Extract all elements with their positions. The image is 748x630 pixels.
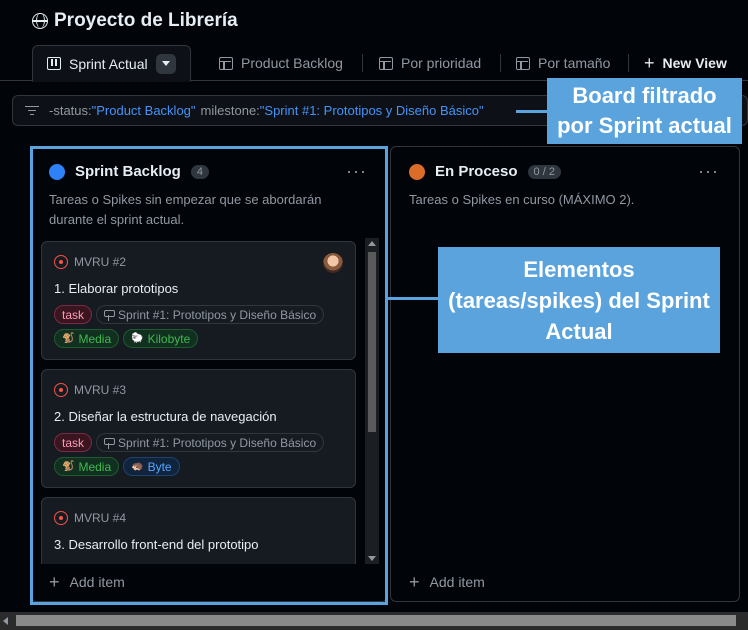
tab-divider xyxy=(362,54,363,72)
tab-por-prioridad[interactable]: Por prioridad xyxy=(379,45,481,81)
chevron-down-icon xyxy=(161,61,170,66)
tab-divider xyxy=(500,54,501,72)
view-tabs: Sprint Actual Product Backlog Por priori… xyxy=(0,45,748,82)
tab-options-button[interactable] xyxy=(155,53,176,74)
filter-icon xyxy=(25,105,39,116)
tab-por-tamano[interactable]: Por tamaño xyxy=(516,45,610,81)
annotation-line: por Sprint actual xyxy=(557,113,732,138)
annotation-connector xyxy=(516,110,548,113)
tab-label: Sprint Actual xyxy=(69,55,148,72)
column-menu-icon[interactable]: ··· xyxy=(698,161,719,182)
annotation-line: Actual xyxy=(545,319,613,344)
table-icon xyxy=(379,56,393,70)
tab-label: Por tamaño xyxy=(538,55,611,71)
annotation-connector xyxy=(388,297,439,300)
tab-label: Por prioridad xyxy=(401,55,482,71)
plus-icon: + xyxy=(409,572,420,592)
board-icon xyxy=(47,57,61,70)
filter-value-milestone: "Sprint #1: Prototipos y Diseño Básico" xyxy=(259,103,484,118)
annotation-line: Elementos xyxy=(523,257,635,282)
project-title[interactable]: Proyecto de Librería xyxy=(54,10,238,32)
status-dot-icon xyxy=(409,163,425,180)
scrollbar-thumb[interactable] xyxy=(16,615,736,626)
new-view-button[interactable]: + New View xyxy=(644,45,727,81)
scroll-left-icon[interactable] xyxy=(3,617,8,625)
filter-key-status: -status: xyxy=(49,103,92,118)
annotation-filter: Board filtrado por Sprint actual xyxy=(547,78,742,144)
annotation-line: Board filtrado xyxy=(572,83,717,108)
item-limit-badge: 0 / 2 xyxy=(527,164,561,179)
filter-key-milestone: milestone: xyxy=(200,103,260,118)
add-item-button[interactable]: + Add item xyxy=(409,573,485,591)
plus-icon: + xyxy=(644,53,655,73)
add-item-label: Add item xyxy=(429,574,485,590)
column-title: En Proceso xyxy=(435,163,518,180)
tab-sprint-actual[interactable]: Sprint Actual xyxy=(32,45,191,82)
project-header: Proyecto de Librería xyxy=(32,10,238,32)
column-en-proceso: En Proceso 0 / 2 ··· Tareas o Spikes en … xyxy=(390,146,740,602)
annotation-line: (tareas/spikes) del Sprint xyxy=(448,288,710,313)
globe-icon xyxy=(32,13,48,29)
table-icon xyxy=(219,56,233,70)
column-description: Tareas o Spikes en curso (MÁXIMO 2). xyxy=(409,192,635,207)
horizontal-scrollbar[interactable] xyxy=(0,612,748,630)
new-view-label: New View xyxy=(662,55,727,71)
tab-product-backlog[interactable]: Product Backlog xyxy=(219,45,343,81)
table-icon xyxy=(516,56,530,70)
tab-label: Product Backlog xyxy=(241,55,343,71)
annotation-items: Elementos (tareas/spikes) del Sprint Act… xyxy=(438,247,720,353)
column-header: En Proceso 0 / 2 xyxy=(409,163,561,180)
tab-divider xyxy=(628,54,629,72)
filter-value-status: "Product Backlog" xyxy=(91,103,196,118)
sprint-backlog-highlight xyxy=(30,146,388,605)
